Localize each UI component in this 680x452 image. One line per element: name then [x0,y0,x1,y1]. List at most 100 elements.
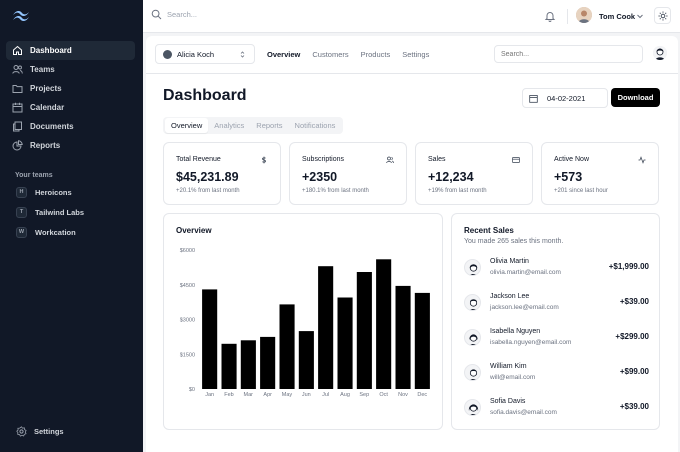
sale-email: will@email.com [490,374,536,381]
sale-name: Isabella Nguyen [490,328,541,335]
users-icon [386,156,394,164]
sidebar-item-label: Dashboard [30,46,72,55]
team-item-tailwind-labs[interactable]: T Tailwind Labs [6,202,135,222]
x-tick-label: Sep [359,392,369,398]
sale-row[interactable]: Jackson Lee jackson.lee@email.com +$39.0… [464,291,649,315]
sale-amount: +$299.00 [615,332,649,341]
tab-reports[interactable]: Reports [250,118,288,133]
tab-notifications[interactable]: Notifications [289,118,342,133]
bar-jul[interactable] [318,266,334,389]
teams-list: H Heroicons T Tailwind Labs W Workcation [6,182,135,242]
sale-name: Sofia Davis [490,398,526,405]
sale-amount: +$1,999.00 [608,262,649,271]
kpi-value: +573 [554,170,583,184]
team-badge: T [16,206,27,218]
header-divider [146,73,678,74]
recent-sales-title: Recent Sales [464,226,514,235]
team-item-heroicons[interactable]: H Heroicons [6,182,135,202]
kpi-card-sales: Sales +12,234 +19% from last month [415,142,533,205]
avatar [464,259,481,276]
kpi-card-total-revenue: Total Revenue $45,231.89 +20.1% from las… [163,142,281,205]
bar-feb[interactable] [221,343,237,389]
users-icon [12,64,23,75]
tab-overview[interactable]: Overview [165,118,209,133]
subnav-products[interactable]: Products [361,50,391,59]
bar-oct[interactable] [376,259,392,389]
subnav-settings[interactable]: Settings [402,50,429,59]
user-avatar[interactable] [576,7,592,23]
sidebar-item-projects[interactable]: Projects [6,79,135,98]
search-icon [151,9,162,20]
x-tick-label: Jul [322,392,329,398]
theme-toggle-button[interactable] [654,7,671,24]
sidebar-item-label: Reports [30,141,61,150]
settings-label: Settings [34,427,64,436]
tab-analytics[interactable]: Analytics [208,118,250,133]
y-tick-label: $3000 [180,318,195,324]
bar-dec[interactable] [414,292,430,389]
x-tick-label: Aug [340,392,350,398]
kpi-title: Total Revenue [176,156,221,163]
sale-amount: +$39.00 [619,402,649,411]
bar-jan[interactable] [202,289,218,389]
global-search[interactable]: Search... [151,9,197,20]
user-name[interactable]: Tom Cook [599,12,635,21]
bar-nov[interactable] [395,285,411,389]
calendar-icon [12,102,23,113]
kpi-subtext: +19% from last month [428,188,487,194]
sale-amount: +$39.00 [619,297,649,306]
bell-icon[interactable] [544,10,556,22]
sale-row[interactable]: Sofia Davis sofia.davis@email.com +$39.0… [464,396,649,420]
sidebar-item-reports[interactable]: Reports [6,136,135,155]
date-value: 04-02-2021 [547,93,586,103]
sale-row[interactable]: Olivia Martin olivia.martin@email.com +$… [464,256,649,280]
kpi-subtext: +201 since last hour [554,188,608,194]
sidebar: Dashboard Teams Projects Calendar Docume… [0,0,143,452]
x-tick-label: Feb [224,392,233,398]
sidebar-item-documents[interactable]: Documents [6,117,135,136]
kpi-value: $45,231.89 [176,170,239,184]
avatar [464,364,481,381]
sidebar-item-dashboard[interactable]: Dashboard [6,41,135,60]
sidebar-item-teams[interactable]: Teams [6,60,135,79]
download-button[interactable]: Download [611,88,660,107]
kpi-title: Sales [428,156,446,163]
sale-name: William Kim [490,363,527,370]
folder-icon [12,83,23,94]
x-tick-label: Mar [244,392,254,398]
y-tick-label: $6000 [180,248,195,254]
account-avatar[interactable] [653,46,667,60]
bar-jun[interactable] [298,331,314,389]
divider [567,9,568,24]
sidebar-item-calendar[interactable]: Calendar [6,98,135,117]
team-switcher[interactable]: Alicia Koch [155,44,255,64]
bar-apr[interactable] [260,336,276,389]
avatar [464,399,481,416]
bar-may[interactable] [279,304,295,389]
search-input[interactable] [494,45,643,63]
sidebar-item-label: Projects [30,84,62,93]
tailwind-logo-icon[interactable] [11,9,31,23]
page-title: Dashboard [163,87,247,104]
sale-row[interactable]: William Kim will@email.com +$99.00 [464,361,649,385]
team-label: Tailwind Labs [35,207,85,217]
chevron-up-down-icon [240,51,245,58]
credit-card-icon [512,157,520,163]
sale-row[interactable]: Isabella Nguyen isabella.nguyen@email.co… [464,326,649,350]
date-picker[interactable]: 04-02-2021 [522,88,608,108]
documents-icon [12,121,23,132]
bar-sep[interactable] [356,272,372,389]
subnav-overview[interactable]: Overview [267,50,300,59]
bar-mar[interactable] [240,340,256,389]
global-search-placeholder: Search... [167,10,198,19]
subnav-customers[interactable]: Customers [312,50,348,59]
sidebar-settings[interactable]: Settings [16,426,64,437]
sale-email: isabella.nguyen@email.com [490,339,572,346]
team-badge: W [16,226,27,238]
x-tick-label: Nov [398,392,408,398]
tabs: Overview Analytics Reports Notifications [163,117,344,134]
bar-aug[interactable] [337,297,353,390]
chevron-down-icon[interactable] [636,12,644,20]
sale-name: Jackson Lee [490,293,530,300]
team-item-workcation[interactable]: W Workcation [6,222,135,242]
